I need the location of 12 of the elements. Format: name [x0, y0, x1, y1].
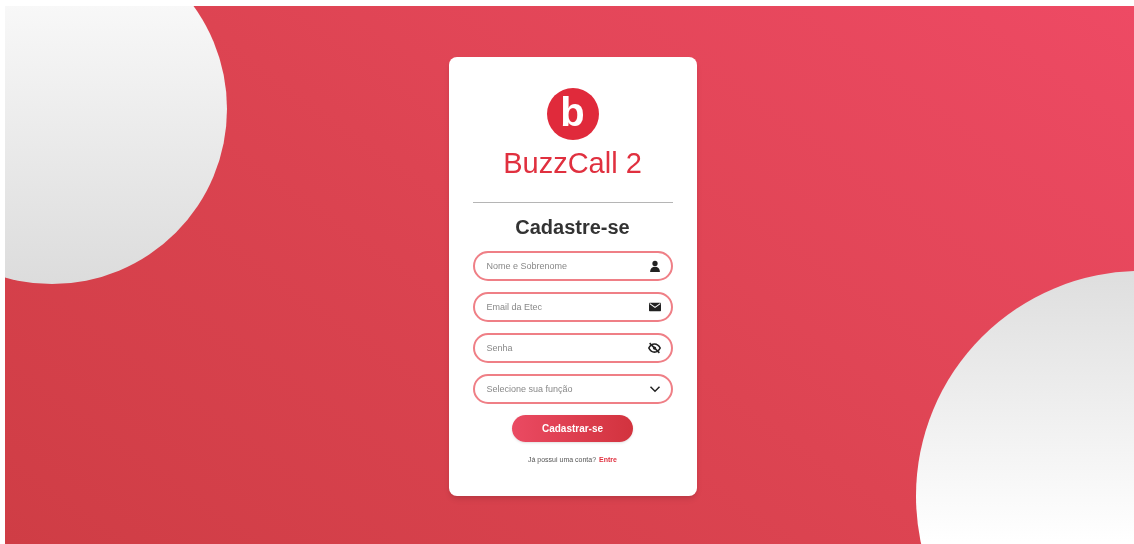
eye-slash-icon[interactable] [647, 341, 661, 355]
envelope-icon [648, 302, 661, 312]
chevron-down-icon[interactable] [648, 385, 661, 393]
input-field[interactable]: Email da Etec [472, 292, 673, 322]
role-dropdown[interactable]: Selecione sua função [472, 374, 673, 404]
brand-name: BuzzCall 2 [503, 149, 642, 178]
input-field[interactable]: Nome e Sobrenome [472, 251, 673, 281]
input-field[interactable]: Senha [472, 333, 673, 363]
form-title: Cadastre-se [515, 217, 630, 237]
logo-icon: b [546, 88, 599, 140]
person-icon [648, 260, 661, 272]
submit-button[interactable]: Cadastrar-se [512, 415, 633, 442]
